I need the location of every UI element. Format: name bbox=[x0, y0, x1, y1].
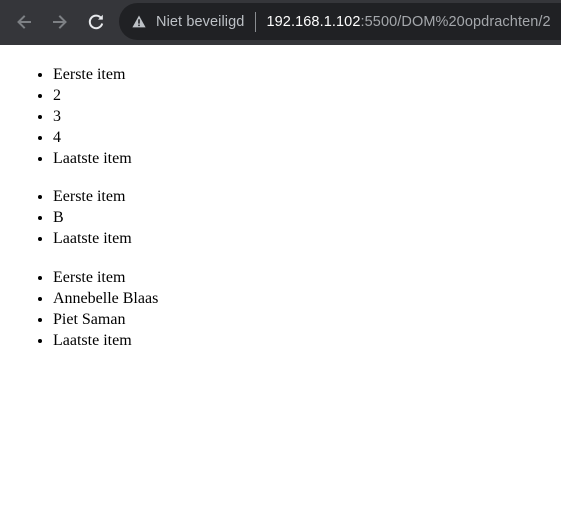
address-bar[interactable]: Niet beveiligd 192.168.1.102:5500/DOM%20… bbox=[119, 3, 561, 40]
bullet-list-2: Eerste item B Laatste item bbox=[0, 186, 132, 249]
reload-icon bbox=[88, 14, 104, 30]
browser-toolbar: Niet beveiligd 192.168.1.102:5500/DOM%20… bbox=[0, 0, 561, 45]
address-bar-divider bbox=[255, 11, 257, 32]
list-item: Laatste item bbox=[53, 148, 132, 169]
bullet-list-1: Eerste item 2 3 4 Laatste item bbox=[0, 64, 132, 169]
arrow-right-icon bbox=[53, 15, 67, 29]
url-text[interactable]: 192.168.1.102:5500/DOM%20opdrachten/2 bbox=[266, 14, 550, 30]
forward-button[interactable] bbox=[44, 6, 76, 38]
url-path: :5500/DOM%20opdrachten/2 bbox=[360, 13, 551, 30]
list-item: 4 bbox=[53, 127, 132, 148]
back-button[interactable] bbox=[8, 6, 40, 38]
warning-triangle-icon[interactable] bbox=[131, 14, 147, 30]
bullet-list-3: Eerste item Annebelle Blaas Piet Saman L… bbox=[0, 267, 158, 351]
list-item: 3 bbox=[53, 106, 132, 127]
page-content: Eerste item 2 3 4 Laatste item Eerste it… bbox=[0, 45, 561, 531]
list-item: Annebelle Blaas bbox=[53, 288, 158, 309]
list-item: Laatste item bbox=[53, 228, 132, 249]
list-item: 2 bbox=[53, 85, 132, 106]
list-item: Eerste item bbox=[53, 64, 132, 85]
list-item: Eerste item bbox=[53, 267, 158, 288]
arrow-left-icon bbox=[17, 15, 31, 29]
list-item: B bbox=[53, 207, 132, 228]
reload-button[interactable] bbox=[80, 6, 112, 38]
security-status-label[interactable]: Niet beveiligd bbox=[156, 14, 244, 30]
list-item: Piet Saman bbox=[53, 309, 158, 330]
list-item: Laatste item bbox=[53, 330, 158, 351]
list-item: Eerste item bbox=[53, 186, 132, 207]
url-host: 192.168.1.102 bbox=[266, 13, 361, 30]
